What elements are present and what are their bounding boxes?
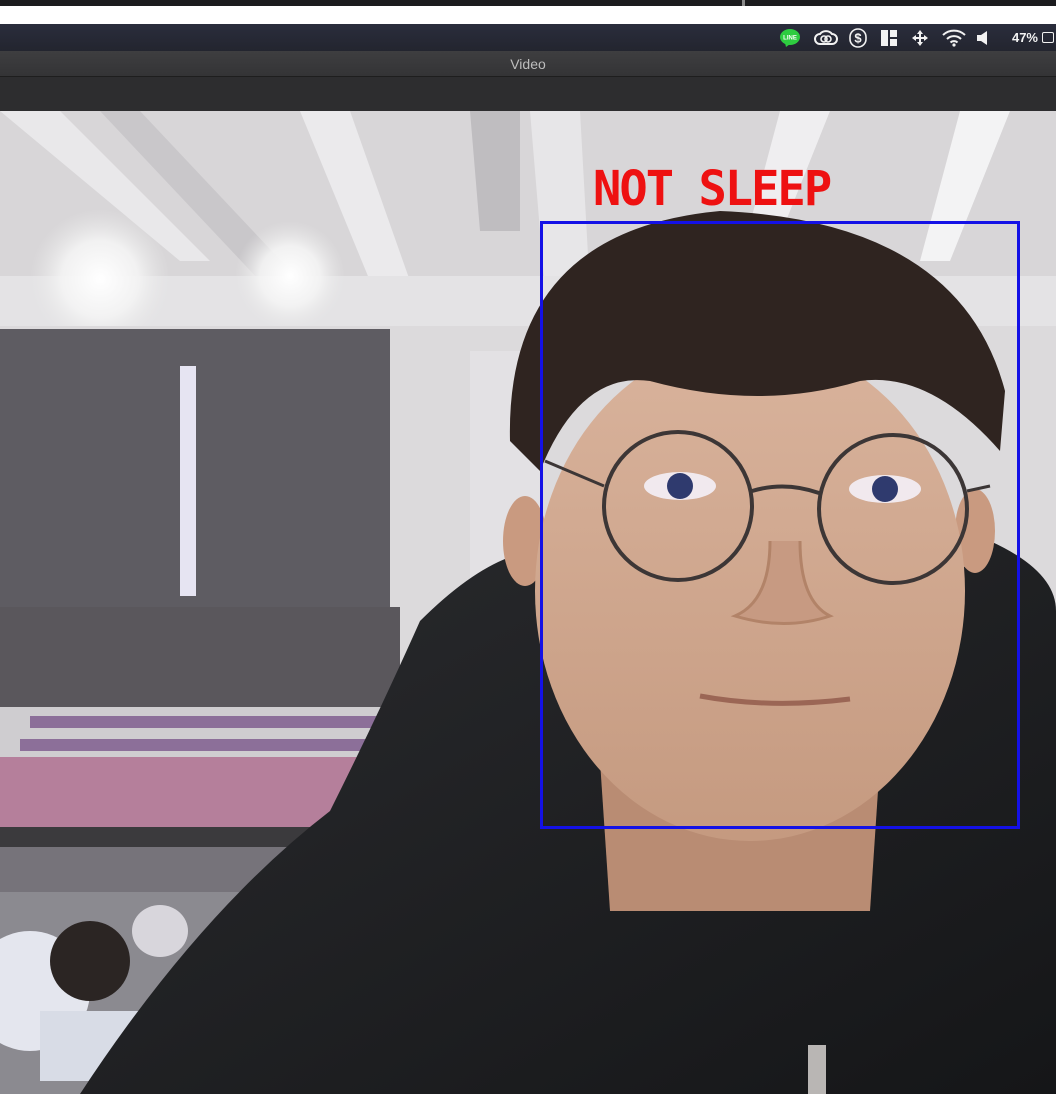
- creative-cloud-icon[interactable]: [814, 24, 838, 51]
- dollar-app-icon[interactable]: $: [848, 24, 868, 51]
- svg-text:$: $: [854, 30, 862, 45]
- window-titlebar[interactable]: Video: [0, 51, 1056, 77]
- menu-bar: LINE $ 47%: [0, 24, 1056, 51]
- battery-icon[interactable]: [1042, 32, 1054, 43]
- wifi-icon[interactable]: [942, 24, 966, 51]
- line-app-icon[interactable]: LINE: [778, 24, 802, 51]
- video-frame: NOT SLEEP: [0, 111, 1056, 1094]
- window-title: Video: [510, 56, 546, 72]
- sleep-status-label: NOT SLEEP: [593, 161, 832, 217]
- window-toolbar: [0, 77, 1056, 111]
- battery-percent[interactable]: 47%: [1012, 30, 1038, 45]
- top-desktop-strip: [0, 0, 1056, 6]
- status-area: LINE $ 47%: [778, 24, 1056, 51]
- face-detection-box: [540, 221, 1020, 829]
- volume-icon[interactable]: [976, 24, 990, 51]
- window-layout-icon[interactable]: [880, 24, 898, 51]
- svg-text:LINE: LINE: [783, 35, 797, 41]
- move-arrows-icon[interactable]: [910, 24, 930, 51]
